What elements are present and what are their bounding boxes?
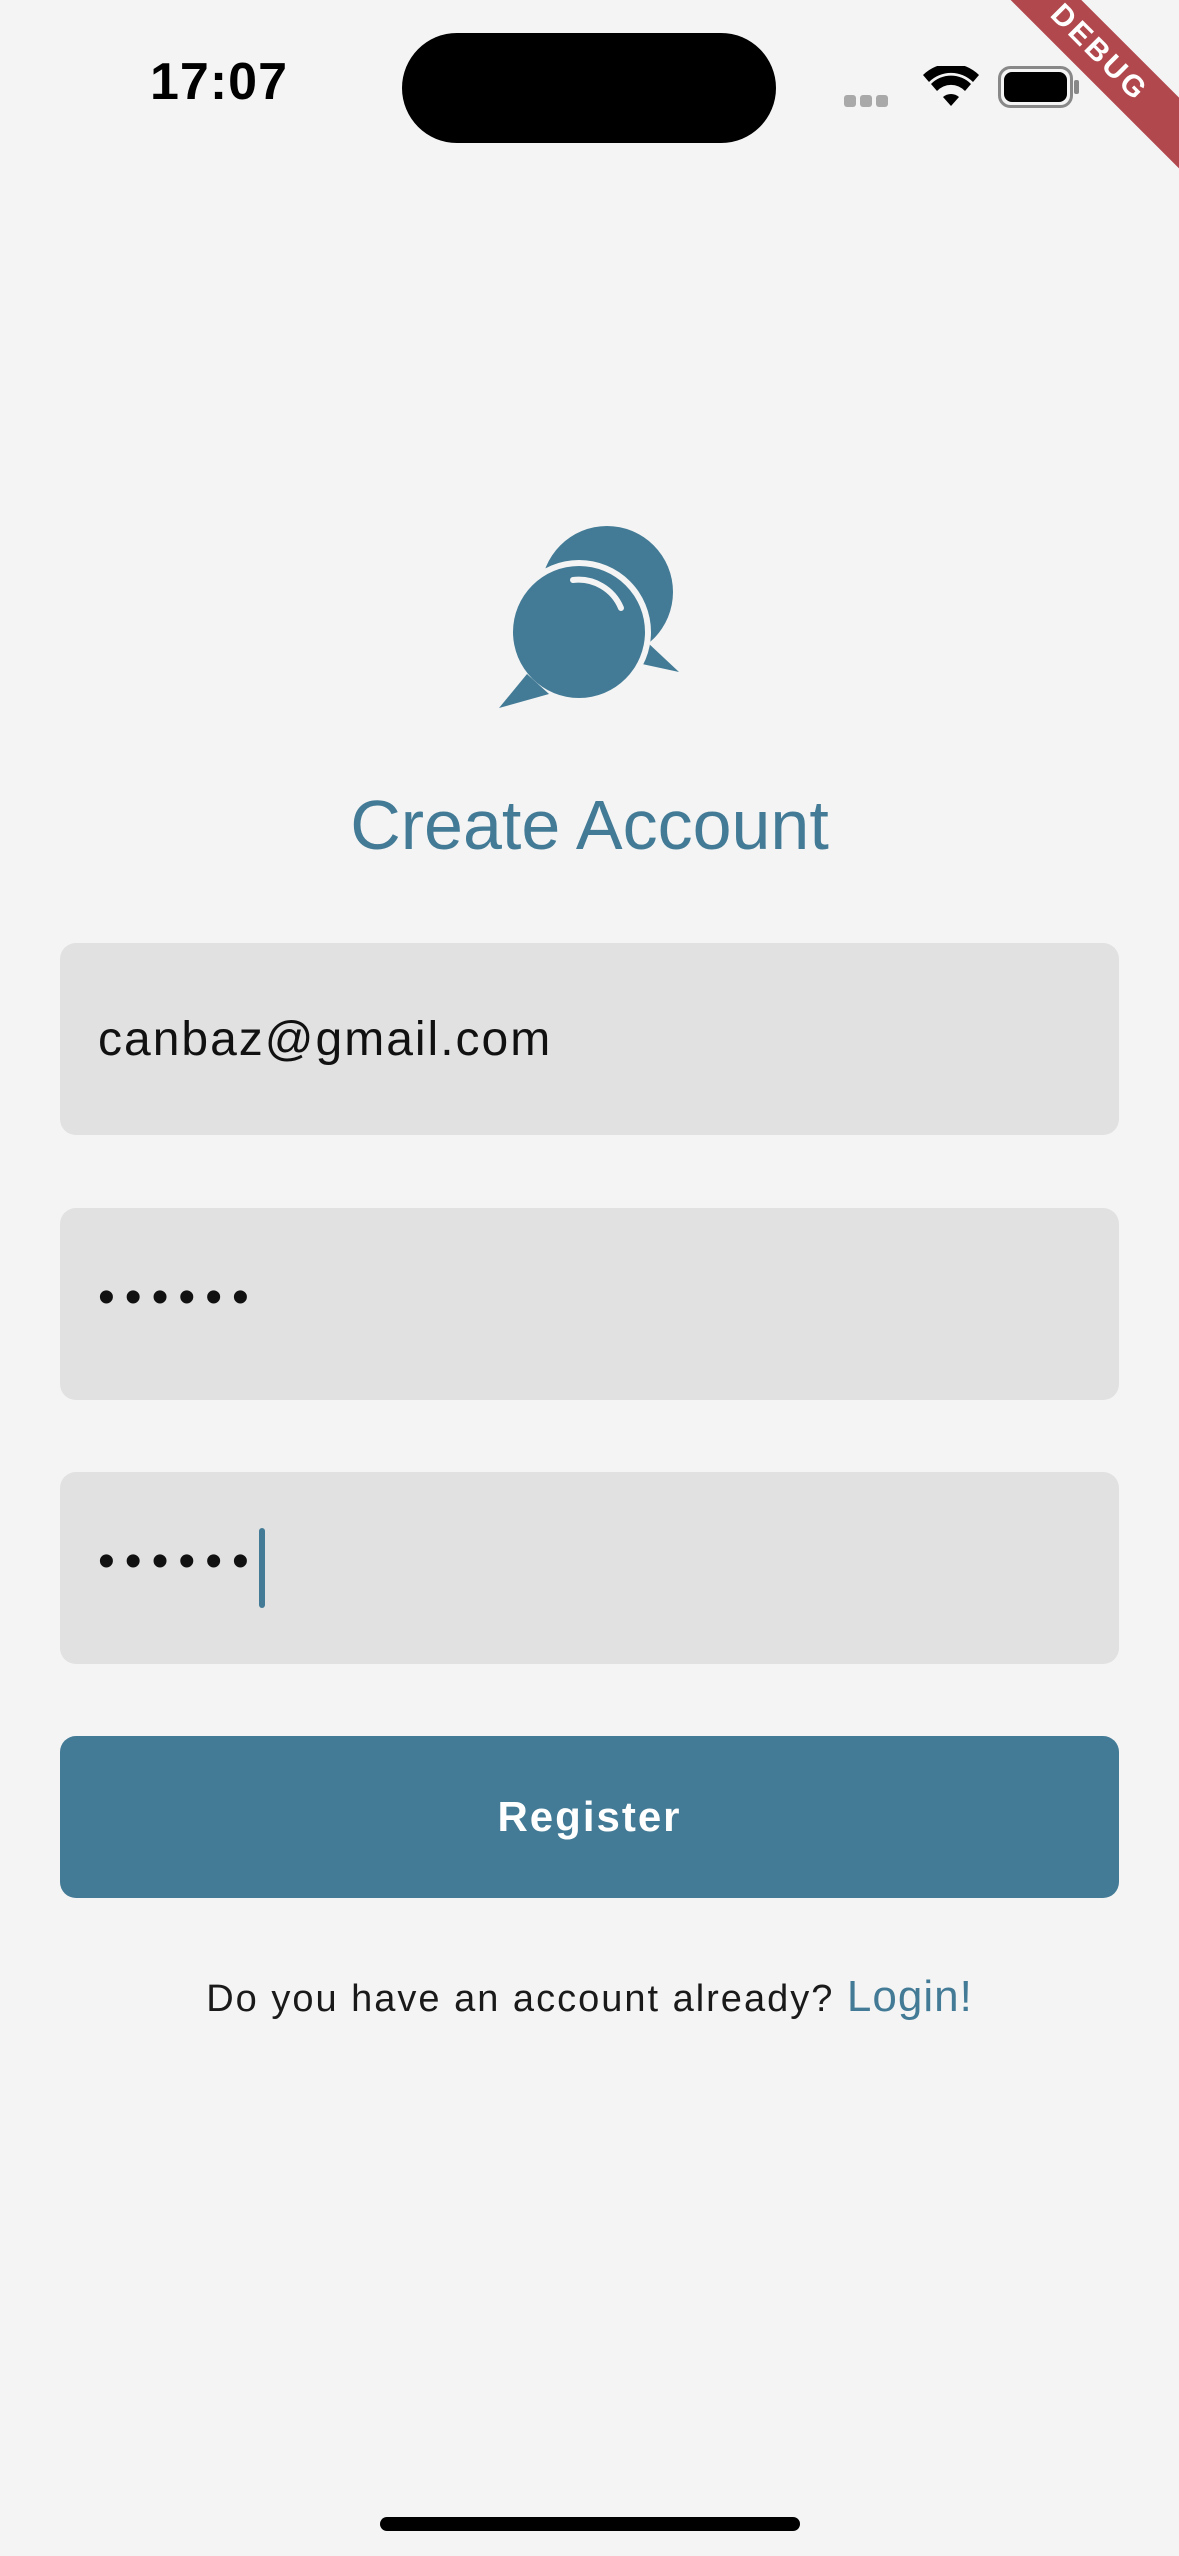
confirm-password-value: ••••••	[98, 1535, 259, 1588]
password-field[interactable]: ••••••	[60, 1208, 1119, 1400]
dynamic-island	[402, 33, 776, 143]
battery-icon	[998, 66, 1079, 108]
home-indicator[interactable]	[380, 2517, 800, 2531]
email-field[interactable]: canbaz@gmail.com	[60, 943, 1119, 1135]
wifi-icon	[923, 66, 979, 106]
login-prompt-text: Do you have an account already?	[206, 1978, 835, 2020]
confirm-password-field[interactable]: ••••••	[60, 1472, 1119, 1664]
chat-bubbles-icon	[499, 526, 679, 708]
password-value: ••••••	[98, 1271, 259, 1324]
status-time: 17:07	[150, 53, 288, 111]
login-prompt: Do you have an account already? Login!	[0, 1972, 1179, 2022]
login-link[interactable]: Login!	[847, 1972, 973, 2021]
text-caret	[258, 1528, 265, 1608]
signal-icon	[844, 94, 904, 108]
register-button[interactable]: Register	[60, 1736, 1119, 1898]
status-bar: 17:07	[0, 0, 1179, 170]
email-value: canbaz@gmail.com	[98, 1012, 553, 1066]
page-title: Create Account	[350, 786, 829, 864]
